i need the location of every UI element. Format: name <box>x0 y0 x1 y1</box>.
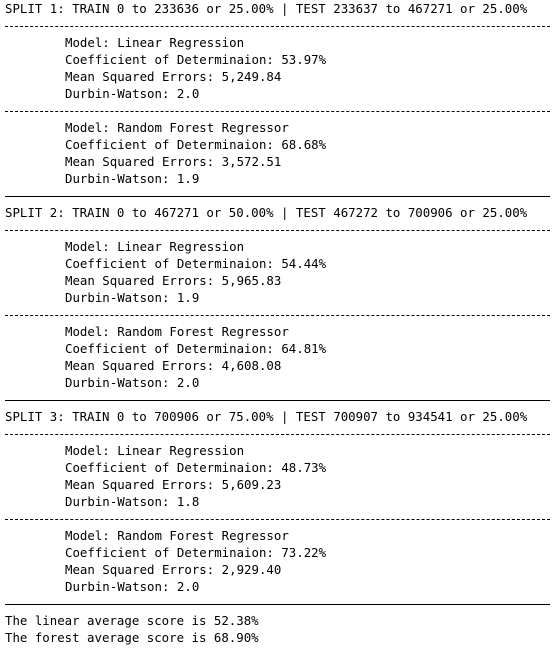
split-header: SPLIT 2: TRAIN 0 to 467271 or 50.00% | T… <box>5 205 528 220</box>
linear-average-score: The linear average score is 52.38% <box>5 613 259 628</box>
model-result: Model: Linear Regression Coefficient of … <box>5 238 550 306</box>
r2-score: Coefficient of Determinaion: 53.97% <box>65 52 327 67</box>
durbin-watson: Durbin-Watson: 1.8 <box>65 494 200 509</box>
mse-value: Mean Squared Errors: 3,572.51 <box>65 154 282 169</box>
mse-value: Mean Squared Errors: 2,929.40 <box>65 562 282 577</box>
dashed-divider <box>5 17 550 34</box>
split-block: SPLIT 3: TRAIN 0 to 700906 or 75.00% | T… <box>5 408 550 612</box>
dashed-divider <box>5 425 550 442</box>
model-name: Model: Random Forest Regressor <box>65 528 289 543</box>
dashed-divider <box>5 221 550 238</box>
mse-value: Mean Squared Errors: 5,609.23 <box>65 477 282 492</box>
durbin-watson: Durbin-Watson: 1.9 <box>65 171 200 186</box>
model-result: Model: Linear Regression Coefficient of … <box>5 442 550 510</box>
durbin-watson: Durbin-Watson: 1.9 <box>65 290 200 305</box>
model-result: Model: Random Forest Regressor Coefficie… <box>5 527 550 595</box>
model-name: Model: Linear Regression <box>65 239 245 254</box>
solid-divider <box>5 595 550 612</box>
dashed-divider <box>5 102 550 119</box>
model-name: Model: Random Forest Regressor <box>65 120 289 135</box>
mse-value: Mean Squared Errors: 4,608.08 <box>65 358 282 373</box>
solid-divider <box>5 187 550 204</box>
durbin-watson: Durbin-Watson: 2.0 <box>65 86 200 101</box>
r2-score: Coefficient of Determinaion: 64.81% <box>65 341 327 356</box>
r2-score: Coefficient of Determinaion: 48.73% <box>65 460 327 475</box>
split-header: SPLIT 1: TRAIN 0 to 233636 or 25.00% | T… <box>5 1 528 16</box>
r2-score: Coefficient of Determinaion: 54.44% <box>65 256 327 271</box>
r2-score: Coefficient of Determinaion: 73.22% <box>65 545 327 560</box>
mse-value: Mean Squared Errors: 5,965.83 <box>65 273 282 288</box>
durbin-watson: Durbin-Watson: 2.0 <box>65 579 200 594</box>
split-header: SPLIT 3: TRAIN 0 to 700906 or 75.00% | T… <box>5 409 528 424</box>
summary-block: The linear average score is 52.38% The f… <box>5 612 550 646</box>
model-result: Model: Linear Regression Coefficient of … <box>5 34 550 102</box>
solid-divider <box>5 391 550 408</box>
forest-average-score: The forest average score is 68.90% <box>5 630 259 645</box>
split-block: SPLIT 2: TRAIN 0 to 467271 or 50.00% | T… <box>5 204 550 408</box>
mse-value: Mean Squared Errors: 5,249.84 <box>65 69 282 84</box>
model-name: Model: Linear Regression <box>65 443 245 458</box>
durbin-watson: Durbin-Watson: 2.0 <box>65 375 200 390</box>
dashed-divider <box>5 306 550 323</box>
console-output: SPLIT 1: TRAIN 0 to 233636 or 25.00% | T… <box>5 0 550 646</box>
r2-score: Coefficient of Determinaion: 68.68% <box>65 137 327 152</box>
model-name: Model: Linear Regression <box>65 35 245 50</box>
dashed-divider <box>5 510 550 527</box>
split-block: SPLIT 1: TRAIN 0 to 233636 or 25.00% | T… <box>5 0 550 204</box>
model-result: Model: Random Forest Regressor Coefficie… <box>5 119 550 187</box>
model-name: Model: Random Forest Regressor <box>65 324 289 339</box>
model-result: Model: Random Forest Regressor Coefficie… <box>5 323 550 391</box>
